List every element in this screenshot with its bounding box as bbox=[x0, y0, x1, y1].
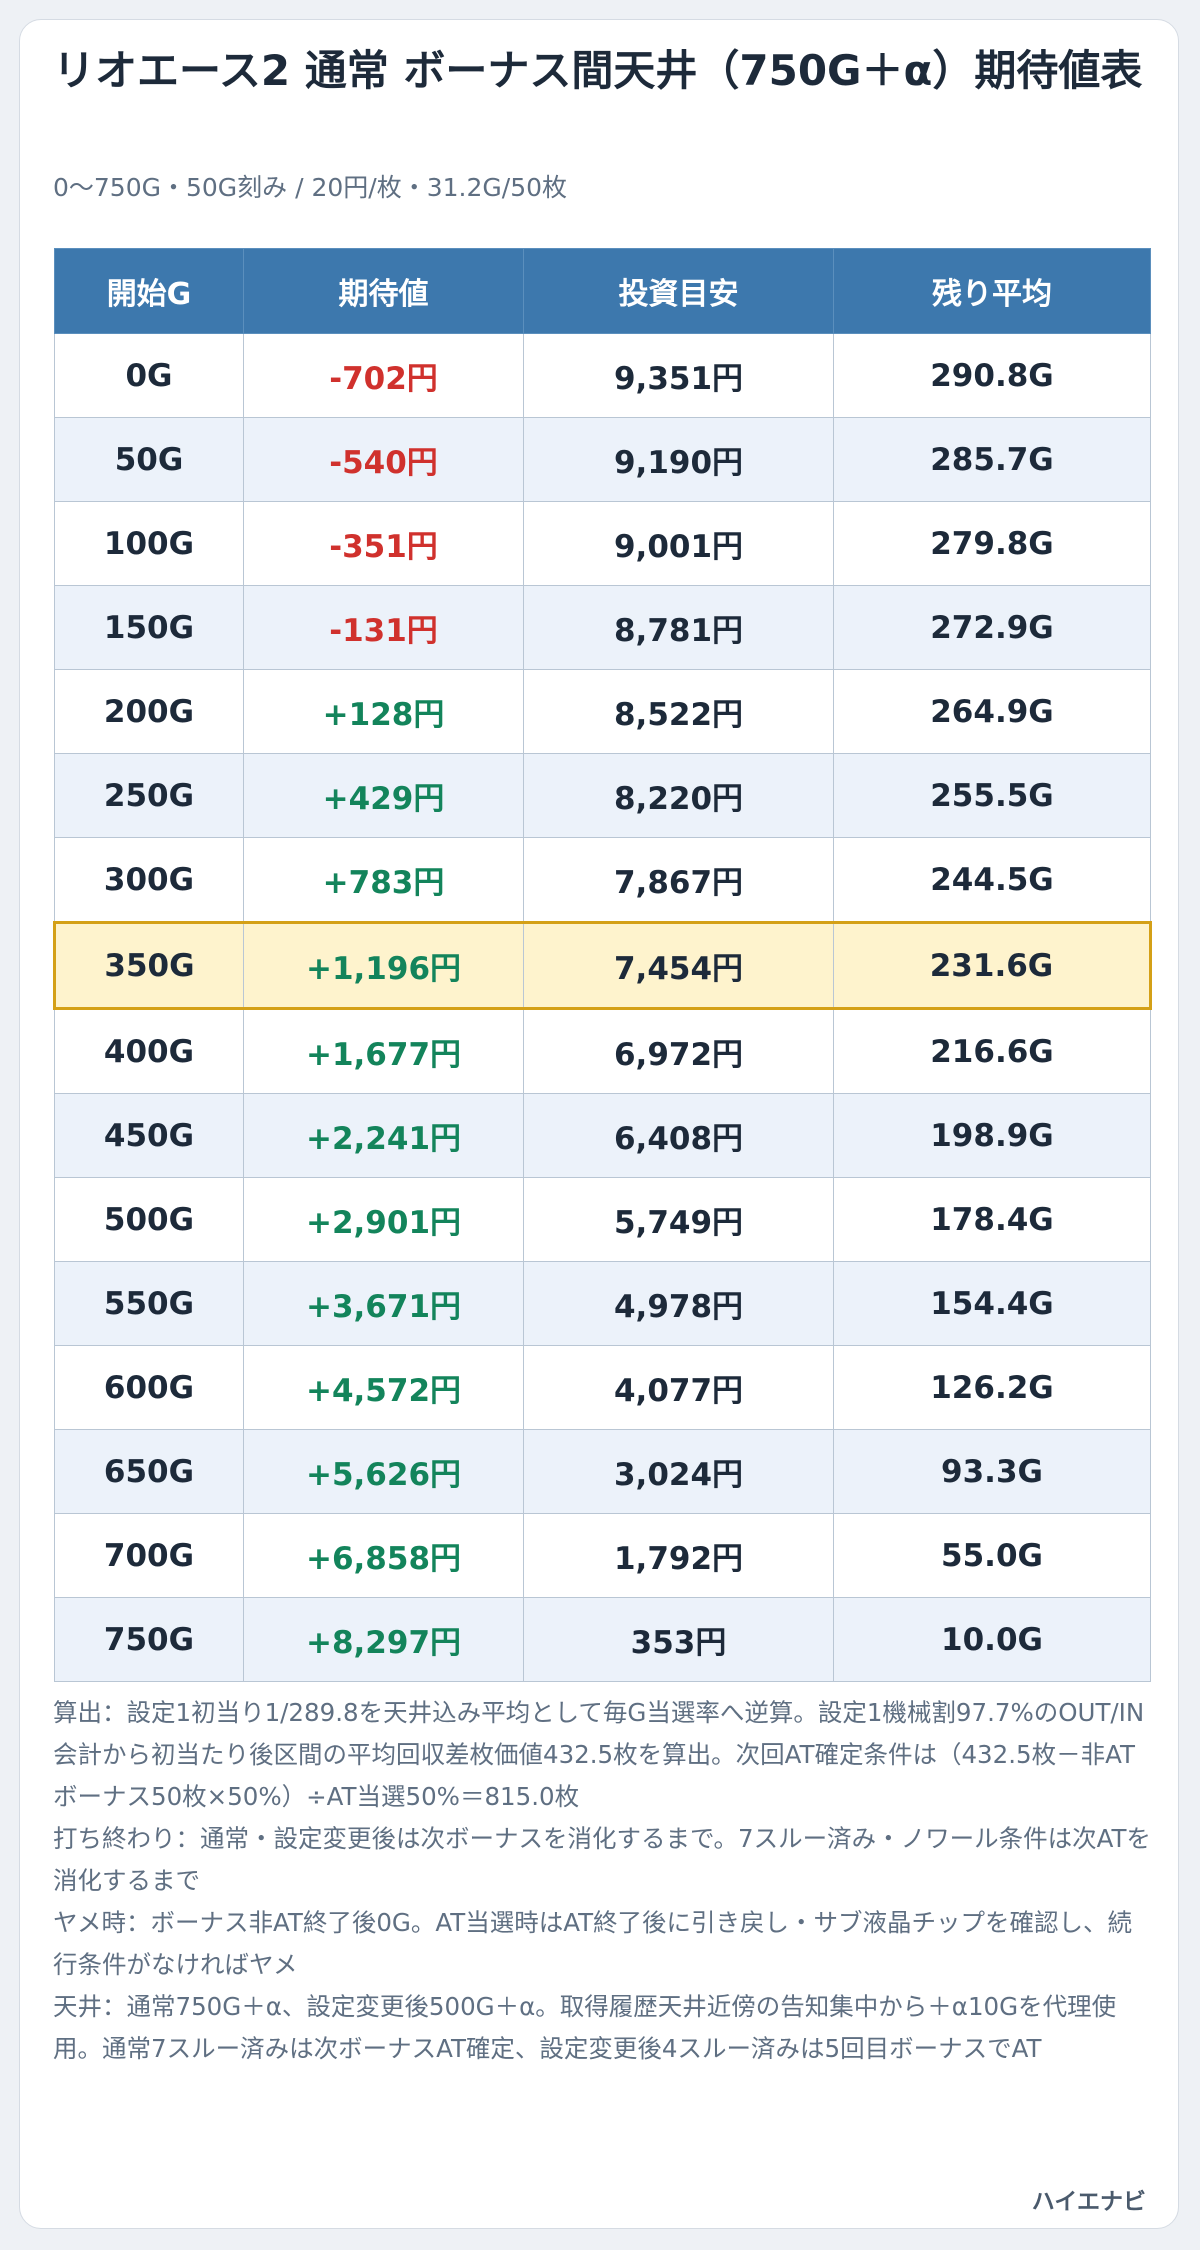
expected-value-cell: +8,297円 bbox=[243, 1597, 524, 1682]
start-game-cell: 400G bbox=[54, 1008, 244, 1094]
table-row: 300G +783円 7,867円 244.5G bbox=[54, 837, 1151, 923]
table-row: 450G +2,241円 6,408円 198.9G bbox=[54, 1093, 1151, 1178]
investment-cell: 9,351円 bbox=[523, 333, 834, 418]
start-game-cell: 300G bbox=[54, 837, 244, 923]
expected-value-cell: -702円 bbox=[243, 333, 524, 418]
table-row: 750G +8,297円 353円 10.0G bbox=[54, 1597, 1151, 1682]
remaining-average-cell: 178.4G bbox=[833, 1177, 1151, 1262]
header-start-game: 開始G bbox=[54, 248, 244, 334]
notes: 算出：設定1初当り1/289.8を天井込み平均として毎G当選率へ逆算。設定1機械… bbox=[53, 1692, 1153, 2070]
remaining-average-cell: 154.4G bbox=[833, 1261, 1151, 1346]
card: リオエース2 通常 ボーナス間天井（750G＋α）期待値表 0〜750G・50G… bbox=[19, 19, 1179, 2229]
table-row: 700G +6,858円 1,792円 55.0G bbox=[54, 1513, 1151, 1598]
expected-value-cell: -131円 bbox=[243, 585, 524, 670]
remaining-average-cell: 272.9G bbox=[833, 585, 1151, 670]
start-game-cell: 100G bbox=[54, 501, 244, 586]
start-game-cell: 500G bbox=[54, 1177, 244, 1262]
table-row: 200G +128円 8,522円 264.9G bbox=[54, 669, 1151, 754]
investment-cell: 6,972円 bbox=[523, 1008, 834, 1094]
note-calculation: 算出：設定1初当り1/289.8を天井込み平均として毎G当選率へ逆算。設定1機械… bbox=[53, 1698, 1145, 1811]
start-game-cell: 350G bbox=[53, 921, 244, 1010]
expected-value-cell: +2,241円 bbox=[243, 1093, 524, 1178]
expected-value-cell: +2,901円 bbox=[243, 1177, 524, 1262]
start-game-cell: 700G bbox=[54, 1513, 244, 1598]
table-row: 250G +429円 8,220円 255.5G bbox=[54, 753, 1151, 838]
start-game-cell: 250G bbox=[54, 753, 244, 838]
note-quit-timing: ヤメ時：ボーナス非AT終了後0G。AT当選時はAT終了後に引き戻し・サブ液晶チッ… bbox=[53, 1908, 1133, 1979]
investment-cell: 7,867円 bbox=[523, 837, 834, 923]
investment-cell: 8,781円 bbox=[523, 585, 834, 670]
remaining-average-cell: 216.6G bbox=[833, 1008, 1151, 1094]
expected-value-cell: +128円 bbox=[243, 669, 524, 754]
remaining-average-cell: 198.9G bbox=[833, 1093, 1151, 1178]
start-game-cell: 0G bbox=[54, 333, 244, 418]
table-row: 350G +1,196円 7,454円 231.6G bbox=[53, 921, 1152, 1010]
remaining-average-cell: 244.5G bbox=[833, 837, 1151, 923]
table-row: 150G -131円 8,781円 272.9G bbox=[54, 585, 1151, 670]
expected-value-cell: +783円 bbox=[243, 837, 524, 923]
remaining-average-cell: 231.6G bbox=[833, 921, 1152, 1010]
remaining-average-cell: 55.0G bbox=[833, 1513, 1151, 1598]
investment-cell: 5,749円 bbox=[523, 1177, 834, 1262]
investment-cell: 7,454円 bbox=[523, 921, 834, 1010]
expected-value-cell: -351円 bbox=[243, 501, 524, 586]
table-row: 500G +2,901円 5,749円 178.4G bbox=[54, 1177, 1151, 1262]
start-game-cell: 550G bbox=[54, 1261, 244, 1346]
page-subtitle: 0〜750G・50G刻み / 20円/枚・31.2G/50枚 bbox=[53, 173, 568, 202]
table-row: 400G +1,677円 6,972円 216.6G bbox=[54, 1008, 1151, 1094]
investment-cell: 8,220円 bbox=[523, 753, 834, 838]
remaining-average-cell: 10.0G bbox=[833, 1597, 1151, 1682]
header-remaining-average: 残り平均 bbox=[833, 248, 1151, 334]
table-row: 650G +5,626円 3,024円 93.3G bbox=[54, 1429, 1151, 1514]
investment-cell: 1,792円 bbox=[523, 1513, 834, 1598]
expected-value-cell: +1,677円 bbox=[243, 1008, 524, 1094]
start-game-cell: 150G bbox=[54, 585, 244, 670]
start-game-cell: 200G bbox=[54, 669, 244, 754]
expected-value-cell: +6,858円 bbox=[243, 1513, 524, 1598]
header-expected-value: 期待値 bbox=[243, 248, 524, 334]
page-title: リオエース2 通常 ボーナス間天井（750G＋α）期待値表 bbox=[53, 46, 1143, 95]
investment-cell: 9,190円 bbox=[523, 417, 834, 502]
start-game-cell: 750G bbox=[54, 1597, 244, 1682]
investment-cell: 4,077円 bbox=[523, 1345, 834, 1430]
start-game-cell: 450G bbox=[54, 1093, 244, 1178]
expected-value-table: 開始G 期待値 投資目安 残り平均 0G -702円 9,351円 290.8G 50G… bbox=[53, 248, 1152, 1682]
brand-name: ハイエナビ bbox=[1031, 2189, 1146, 2215]
header-investment: 投資目安 bbox=[523, 248, 834, 334]
table-row: 0G -702円 9,351円 290.8G bbox=[54, 333, 1151, 418]
remaining-average-cell: 285.7G bbox=[833, 417, 1151, 502]
start-game-cell: 50G bbox=[54, 417, 244, 502]
expected-value-cell: +5,626円 bbox=[243, 1429, 524, 1514]
expected-value-cell: +429円 bbox=[243, 753, 524, 838]
investment-cell: 4,978円 bbox=[523, 1261, 834, 1346]
investment-cell: 353円 bbox=[523, 1597, 834, 1682]
expected-value-cell: +4,572円 bbox=[243, 1345, 524, 1430]
note-stop-point: 打ち終わり：通常・設定変更後は次ボーナスを消化するまで。7スルー済み・ノワール条… bbox=[53, 1824, 1151, 1895]
remaining-average-cell: 255.5G bbox=[833, 753, 1151, 838]
remaining-average-cell: 290.8G bbox=[833, 333, 1151, 418]
remaining-average-cell: 264.9G bbox=[833, 669, 1151, 754]
remaining-average-cell: 93.3G bbox=[833, 1429, 1151, 1514]
remaining-average-cell: 126.2G bbox=[833, 1345, 1151, 1430]
table-row: 550G +3,671円 4,978円 154.4G bbox=[54, 1261, 1151, 1346]
expected-value-cell: +3,671円 bbox=[243, 1261, 524, 1346]
investment-cell: 8,522円 bbox=[523, 669, 834, 754]
start-game-cell: 650G bbox=[54, 1429, 244, 1514]
investment-cell: 9,001円 bbox=[523, 501, 834, 586]
remaining-average-cell: 279.8G bbox=[833, 501, 1151, 586]
note-ceiling: 天井：通常750G＋α、設定変更後500G＋α。取得履歴天井近傍の告知集中から＋… bbox=[53, 1992, 1117, 2063]
investment-cell: 6,408円 bbox=[523, 1093, 834, 1178]
expected-value-cell: -540円 bbox=[243, 417, 524, 502]
start-game-cell: 600G bbox=[54, 1345, 244, 1430]
table-header-row: 開始G 期待値 投資目安 残り平均 bbox=[54, 248, 1151, 334]
expected-value-cell: +1,196円 bbox=[243, 921, 524, 1010]
investment-cell: 3,024円 bbox=[523, 1429, 834, 1514]
table-row: 600G +4,572円 4,077円 126.2G bbox=[54, 1345, 1151, 1430]
table-row: 100G -351円 9,001円 279.8G bbox=[54, 501, 1151, 586]
table-row: 50G -540円 9,190円 285.7G bbox=[54, 417, 1151, 502]
